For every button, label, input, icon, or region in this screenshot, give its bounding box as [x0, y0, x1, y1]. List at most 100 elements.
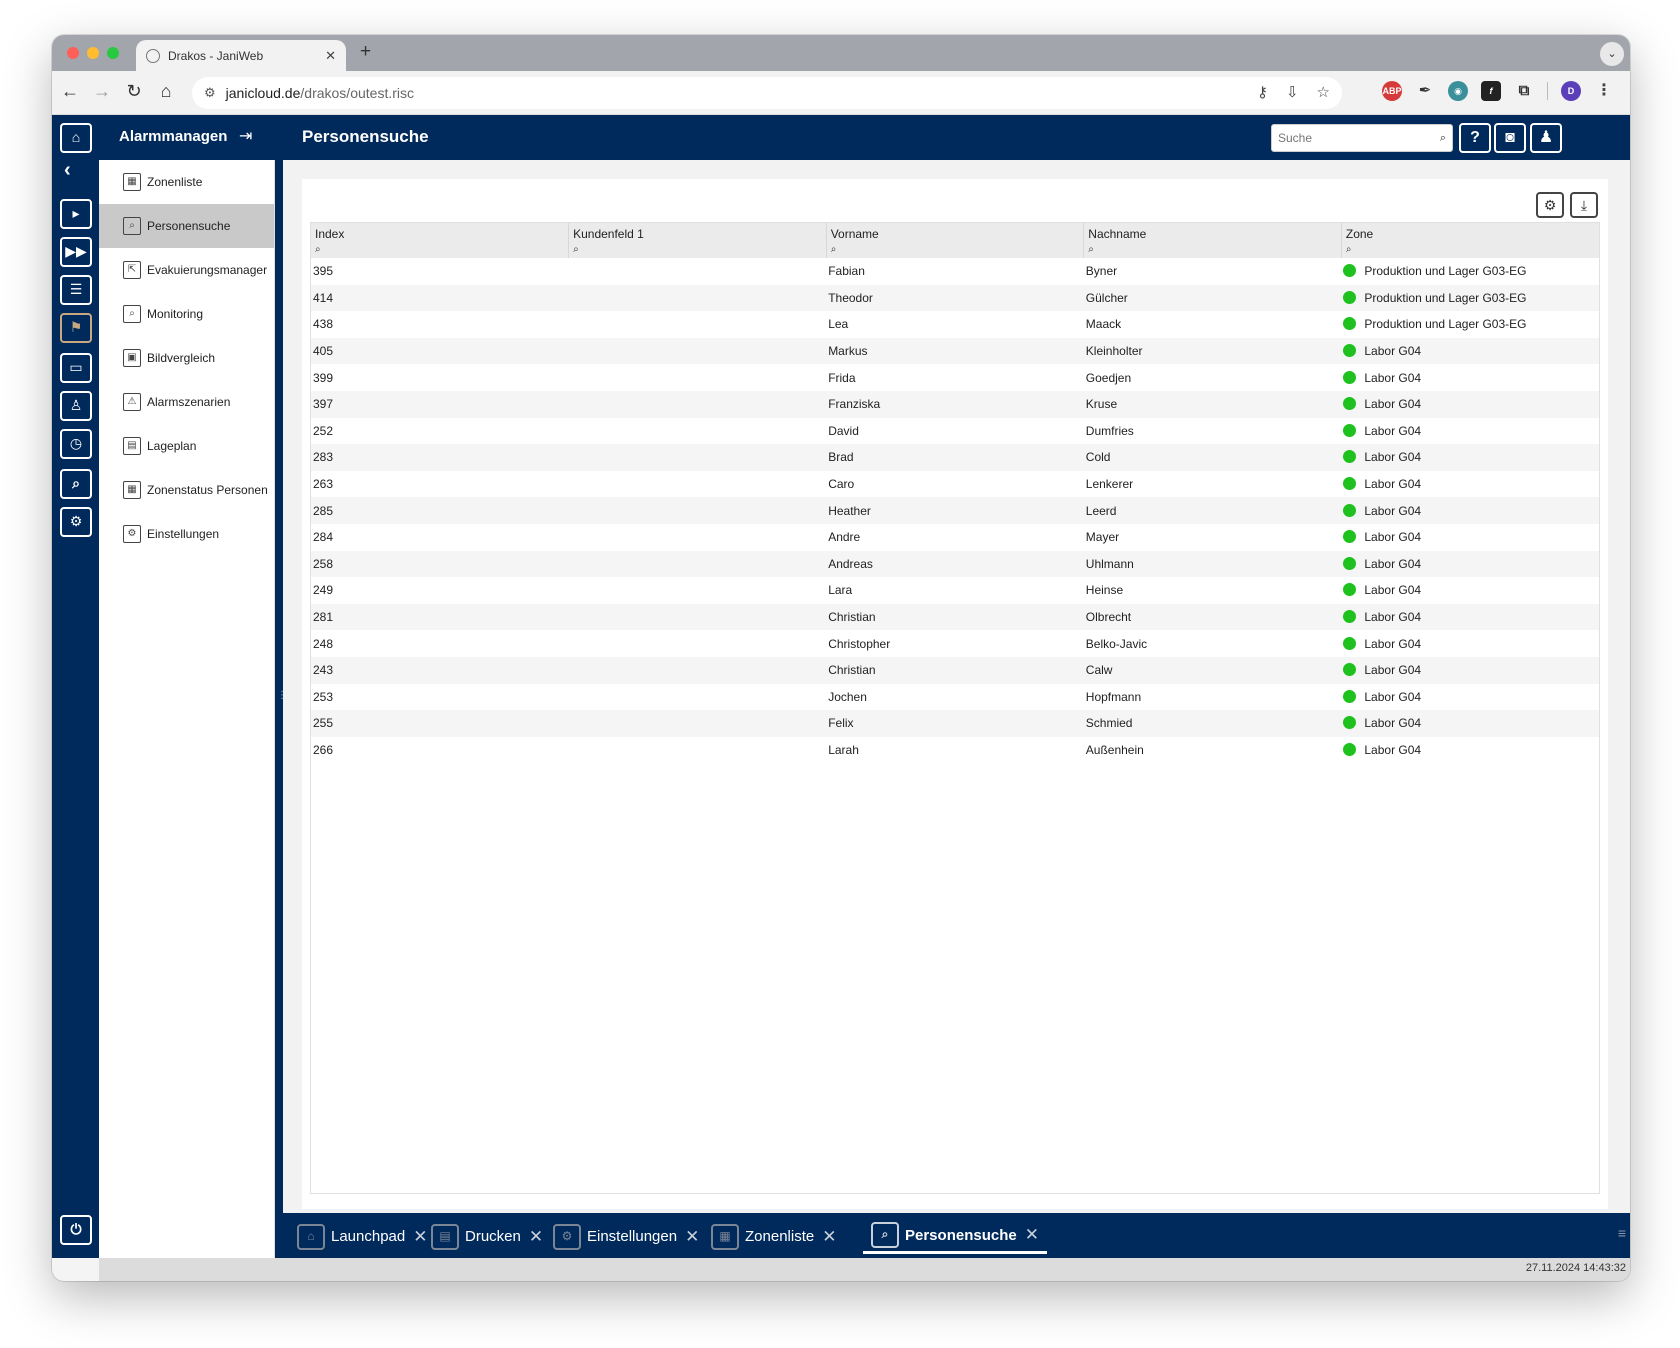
table-row[interactable]: 397 Franziska Kruse Labor G04: [311, 390, 1599, 418]
table-row[interactable]: 266 Larah Außenhein Labor G04: [311, 737, 1599, 764]
bottom-tab[interactable]: ⌕ Personensuche ✕: [863, 1219, 1047, 1254]
forward-icon[interactable]: →: [90, 81, 114, 102]
column-header[interactable]: Nachname: [1083, 223, 1342, 241]
close-tab-icon[interactable]: ✕: [685, 1227, 699, 1247]
collapse-chevron-icon[interactable]: ‹: [64, 159, 71, 182]
browser-tab[interactable]: Drakos - JaniWeb ✕: [136, 40, 346, 71]
play-forward-icon[interactable]: ▶▶: [60, 237, 92, 267]
table-row[interactable]: 248 Christopher Belko-Javic Labor G04: [311, 630, 1599, 657]
bottom-tab[interactable]: ▦ Zonenliste ✕: [711, 1219, 836, 1254]
minimize-window-button[interactable]: [87, 47, 99, 59]
help-icon[interactable]: ?: [1459, 123, 1491, 153]
password-key-icon[interactable]: ⚷: [1257, 83, 1268, 101]
close-tab-icon[interactable]: ✕: [413, 1227, 427, 1247]
evacuation-icon[interactable]: ⚑: [60, 313, 92, 343]
submenu-item[interactable]: ⚙ Einstellungen: [99, 512, 274, 556]
submenu-item[interactable]: ▦ Zonenstatus Personen: [99, 468, 274, 512]
running-person-icon[interactable]: ♙: [60, 391, 92, 421]
table-row[interactable]: 243 Christian Calw Labor G04: [311, 656, 1599, 684]
column-header[interactable]: Vorname: [825, 223, 1084, 241]
settings-gear-icon[interactable]: ⚙: [1536, 192, 1564, 218]
close-tab-icon[interactable]: ✕: [529, 1227, 543, 1247]
back-icon[interactable]: ←: [58, 81, 82, 102]
bottom-tab[interactable]: ▤ Drucken ✕: [431, 1219, 543, 1254]
table-row[interactable]: 281 Christian Olbrecht Labor G04: [311, 603, 1599, 631]
reload-icon[interactable]: ↻: [122, 81, 146, 102]
download-icon[interactable]: ⤓: [1570, 192, 1598, 218]
tab-search-button[interactable]: ⌄: [1600, 42, 1624, 66]
table-row[interactable]: 253 Jochen Hopfmann Labor G04: [311, 684, 1599, 711]
gear-icon[interactable]: ⚙: [60, 507, 92, 537]
submenu-item[interactable]: ⌕ Personensuche: [99, 204, 274, 248]
new-tab-button[interactable]: +: [360, 41, 371, 63]
table-row[interactable]: 399 Frida Goedjen Labor G04: [311, 364, 1599, 391]
table-row[interactable]: 395 Fabian Byner Produktion und Lager G03-E…: [311, 258, 1599, 285]
table-row[interactable]: 405 Markus Kleinholter Labor G04: [311, 337, 1599, 365]
content-area: ⚙ ⤓ Index Kundenfeld 1 Vorname Nachname Zone…: [283, 160, 1630, 1213]
gear-icon: ⚙: [553, 1223, 581, 1250]
browser-menu-icon[interactable]: ⋮: [1594, 81, 1614, 101]
submenu-item[interactable]: ⇱ Evakuierungsmanager: [99, 248, 274, 292]
address-bar[interactable]: ⚙ janicloud.de/drakos/outest.risc ⚷ ⇩ ☆: [192, 77, 1342, 109]
close-tab-icon[interactable]: ✕: [1025, 1225, 1039, 1245]
cell-nachname: Hopfmann: [1085, 689, 1142, 704]
monitor-icon[interactable]: ▭: [60, 353, 92, 383]
column-header[interactable]: Index: [311, 223, 569, 241]
zoom-window-button[interactable]: [107, 47, 119, 59]
search-input[interactable]: [1278, 131, 1440, 145]
report-icon[interactable]: ☰: [60, 275, 92, 305]
table-row[interactable]: 284 Andre Mayer Labor G04: [311, 524, 1599, 551]
search-icon[interactable]: ⌕: [1440, 132, 1446, 145]
install-app-icon[interactable]: ⇩: [1286, 83, 1299, 101]
table-row[interactable]: 263 Caro Lenkerer Labor G04: [311, 471, 1599, 498]
table-row[interactable]: 438 Lea Maack Produktion und Lager G03-EG: [311, 311, 1599, 338]
global-search[interactable]: ⌕: [1271, 124, 1453, 152]
bottom-tab[interactable]: ⌂ Launchpad ✕: [297, 1219, 428, 1254]
zone-label: Labor G04: [1364, 530, 1422, 545]
table-row[interactable]: 249 Lara Heinse Labor G04: [311, 577, 1599, 604]
font-extension-icon[interactable]: f: [1481, 81, 1501, 101]
table-row[interactable]: 258 Andreas Uhlmann Labor G04: [311, 550, 1599, 578]
table-row[interactable]: 285 Heather Leerd Labor G04: [311, 497, 1599, 524]
submenu-item[interactable]: ▣ Bildvergleich: [99, 336, 274, 380]
column-filter-search-icon[interactable]: ⌕: [568, 241, 827, 258]
table-row[interactable]: 283 Brad Cold Labor G04: [311, 444, 1599, 471]
column-filter-search-icon[interactable]: ⌕: [825, 241, 1084, 258]
submenu-item[interactable]: ⌕ Monitoring: [99, 292, 274, 336]
submenu-item[interactable]: ⚠ Alarmszenarien: [99, 380, 274, 424]
search-icon[interactable]: ⌕: [60, 469, 92, 499]
table-row[interactable]: 414 Theodor Gülcher Produktion und Lager G0…: [311, 284, 1599, 312]
zone-label: Labor G04: [1364, 689, 1422, 704]
user-icon[interactable]: ♟: [1530, 123, 1562, 153]
pin-icon[interactable]: ⇥: [239, 126, 252, 146]
eyedropper-extension-icon[interactable]: ✒: [1415, 81, 1435, 101]
home-icon[interactable]: ⌂: [154, 81, 178, 102]
clock-icon[interactable]: ◷: [60, 429, 92, 459]
extensions-puzzle-icon[interactable]: ⧉: [1514, 81, 1534, 101]
table-row[interactable]: 252 David Dumfries Labor G04: [311, 418, 1599, 445]
panel-splitter[interactable]: ⋮: [275, 160, 287, 1258]
close-tab-icon[interactable]: ✕: [822, 1227, 836, 1247]
column-filter-search-icon[interactable]: ⌕: [1083, 241, 1342, 258]
submenu-item[interactable]: ▤ Lageplan: [99, 424, 274, 468]
cell-kundenfeld: [569, 311, 827, 338]
close-window-button[interactable]: [67, 47, 79, 59]
column-filter-search-icon[interactable]: ⌕: [1340, 241, 1599, 258]
column-filter-search-icon[interactable]: ⌕: [311, 241, 569, 258]
column-header[interactable]: Zone: [1340, 223, 1599, 241]
adblock-extension-icon[interactable]: ABP: [1382, 81, 1402, 101]
profile-avatar-icon[interactable]: D: [1561, 81, 1581, 101]
tabs-menu-icon[interactable]: ≡: [1618, 1225, 1626, 1241]
bottom-tab[interactable]: ⚙ Einstellungen ✕: [553, 1219, 699, 1254]
submenu-item[interactable]: ▦ Zonenliste: [99, 160, 274, 204]
home-icon[interactable]: ⌂: [60, 123, 92, 153]
column-header[interactable]: Kundenfeld 1: [568, 223, 827, 241]
bookmark-star-icon[interactable]: ☆: [1317, 83, 1330, 101]
power-icon[interactable]: ⏻: [60, 1215, 92, 1245]
globe-extension-icon[interactable]: ◉: [1448, 81, 1468, 101]
site-info-icon[interactable]: ⚙: [204, 85, 216, 101]
chat-icon[interactable]: ◙: [1494, 123, 1526, 153]
table-row[interactable]: 255 Felix Schmied Labor G04: [311, 710, 1599, 737]
console-icon[interactable]: ▸: [60, 199, 92, 229]
close-tab-icon[interactable]: ✕: [325, 48, 336, 64]
